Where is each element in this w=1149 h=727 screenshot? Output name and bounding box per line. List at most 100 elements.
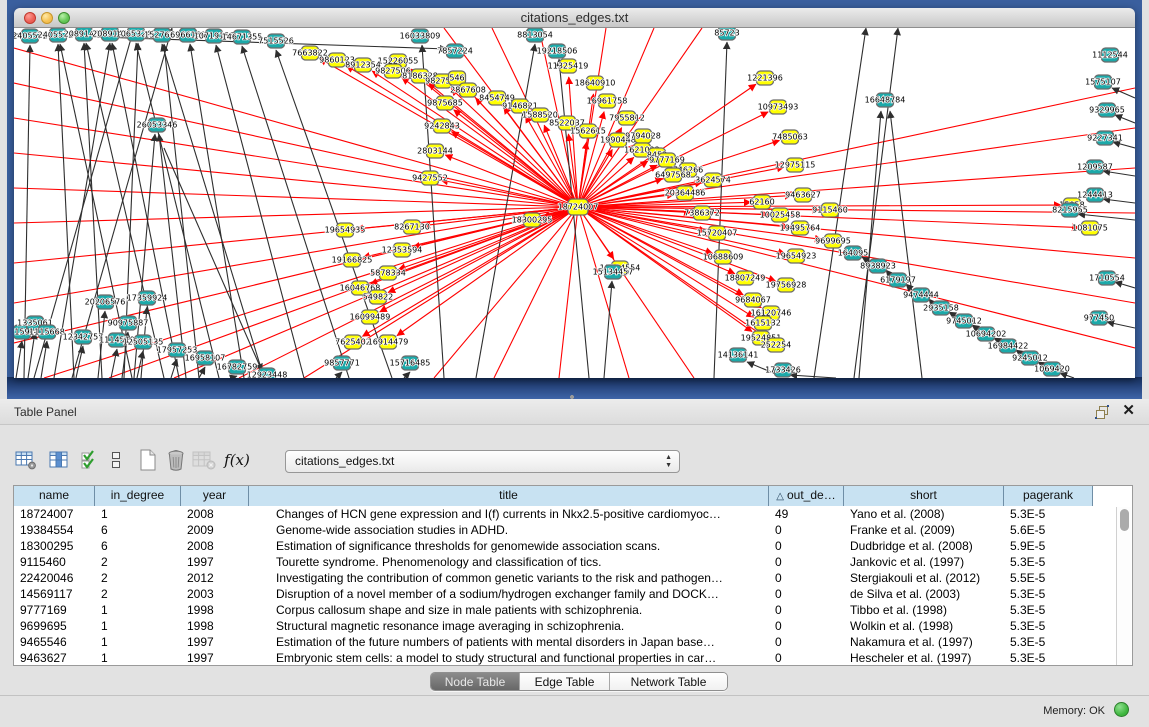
graph-node[interactable]: 10688609 — [703, 250, 744, 264]
graph-node[interactable]: 10694202 — [966, 327, 1007, 341]
graph-node[interactable]: 1069420 — [1034, 362, 1070, 376]
graph-node[interactable]: 9875685 — [427, 96, 463, 110]
graph-node[interactable]: 7515526 — [258, 34, 294, 48]
graph-node[interactable]: 1221396 — [747, 71, 783, 85]
graph-node[interactable]: 9329965 — [1089, 103, 1125, 117]
graph-node[interactable]: 9684067 — [735, 293, 771, 307]
graph-node[interactable]: 9857771 — [324, 356, 360, 370]
graph-node[interactable]: 9474444 — [903, 288, 939, 302]
graph-node[interactable]: 20206576 — [85, 295, 126, 309]
create-column-button[interactable] — [135, 447, 161, 473]
table-row[interactable]: 1830029562008Estimation of significance … — [14, 538, 1132, 554]
table-row[interactable]: 1872400712008Changes of HCN gene express… — [14, 506, 1132, 522]
graph-node[interactable]: 9745012 — [946, 314, 982, 328]
table-row[interactable]: 2242004622012Investigating the contribut… — [14, 570, 1132, 586]
close-panel-icon[interactable]: ✕ — [1122, 403, 1135, 419]
table-mode-button[interactable] — [13, 447, 39, 473]
graph-node[interactable]: 8813054 — [517, 28, 553, 42]
row-options-button[interactable] — [108, 447, 124, 473]
graph-node[interactable]: 1081075 — [1072, 221, 1108, 235]
column-header-pagerank[interactable]: pagerank — [1004, 486, 1093, 506]
graph-node[interactable]: 12353594 — [382, 243, 423, 257]
graph-node[interactable]: 17359924 — [127, 291, 168, 305]
graph-node[interactable]: 1575107 — [1085, 75, 1121, 89]
graph-node[interactable]: 12342757 — [63, 330, 104, 344]
graph-node[interactable]: 19756928 — [766, 278, 807, 292]
graph-node[interactable]: 9463627 — [785, 188, 821, 202]
network-window-titlebar[interactable]: citations_edges.txt — [14, 8, 1135, 28]
graph-node[interactable]: 16033809 — [400, 29, 441, 43]
table-row[interactable]: 911546021997Tourette syndrome. Phenomeno… — [14, 554, 1132, 570]
graph-node[interactable]: 9242843 — [424, 119, 460, 133]
graph-node[interactable]: 2935158 — [923, 301, 959, 315]
network-canvas[interactable]: 1872400715226055982750681863289827508546… — [14, 28, 1135, 378]
graph-node[interactable]: 9699695 — [815, 234, 851, 248]
column-header-name[interactable]: name — [14, 486, 95, 506]
graph-node[interactable]: 62160 — [749, 195, 774, 209]
graph-node[interactable]: 14136141 — [718, 348, 759, 362]
graph-node[interactable]: 8938923 — [860, 259, 896, 273]
graph-node[interactable]: 15716485 — [390, 356, 431, 370]
graph-node[interactable]: 19218506 — [537, 44, 578, 58]
table-row[interactable]: 946362711997Embryonic stem cells: a mode… — [14, 650, 1132, 666]
graph-node[interactable]: 7625402 — [335, 335, 371, 349]
select-all-rows-button[interactable] — [77, 447, 103, 473]
cell-title: Estimation of significance thresholds fo… — [249, 538, 769, 554]
graph-node[interactable]: 18300295 — [512, 213, 553, 227]
show-columns-button[interactable] — [46, 447, 72, 473]
delete-column-button[interactable] — [163, 447, 189, 473]
tab-node-table[interactable]: Node Table — [431, 673, 520, 690]
graph-node[interactable]: 19654935 — [325, 223, 366, 237]
vertical-scrollbar[interactable] — [1116, 507, 1131, 665]
column-header-out_de[interactable]: △out_de… — [769, 486, 844, 506]
table-row[interactable]: 977716911998Corpus callosum shape and si… — [14, 602, 1132, 618]
graph-node[interactable]: 19495764 — [780, 221, 821, 235]
graph-node[interactable]: 16984422 — [988, 339, 1029, 353]
table-row[interactable]: 1938455462009Genome-wide association stu… — [14, 522, 1132, 538]
graph-node[interactable]: 9427552 — [412, 171, 448, 185]
scrollbar-thumb[interactable] — [1120, 509, 1129, 531]
table-row[interactable]: 1456911722003Disruption of a novel membe… — [14, 586, 1132, 602]
graph-node[interactable]: 9115460 — [812, 203, 848, 217]
column-header-title[interactable]: title — [249, 486, 769, 506]
graph-node[interactable]: 11325419 — [548, 59, 589, 73]
graph-node[interactable]: 10973493 — [758, 100, 799, 114]
column-header-year[interactable]: year — [181, 486, 249, 506]
graph-node[interactable]: 18807249 — [725, 271, 766, 285]
graph-node-label: 10025458 — [760, 211, 801, 220]
graph-node[interactable]: 16648784 — [865, 93, 906, 107]
graph-node[interactable]: 85723 — [714, 28, 739, 40]
graph-node[interactable]: 90975887 — [108, 316, 149, 330]
graph-node[interactable]: 1112544 — [1092, 48, 1128, 62]
table-row[interactable]: 946554611997Estimation of the future num… — [14, 634, 1132, 650]
graph-node[interactable]: 16914479 — [368, 335, 409, 349]
delete-table-button[interactable] — [191, 447, 217, 473]
graph-node[interactable]: 7857224 — [437, 44, 473, 58]
graph-node[interactable]: 5878334 — [370, 266, 406, 280]
graph-node[interactable]: 3624574 — [695, 173, 731, 187]
column-header-short[interactable]: short — [844, 486, 1004, 506]
graph-node[interactable]: 19654923 — [776, 249, 817, 263]
table-select-dropdown[interactable]: citations_edges.txt ▲▼ — [285, 450, 680, 473]
graph-node[interactable]: 10025458 — [760, 208, 801, 222]
tab-network-table[interactable]: Network Table — [610, 673, 727, 690]
tab-edge-table[interactable]: Edge Table — [520, 673, 610, 690]
graph-node[interactable]: 16099489 — [350, 310, 391, 324]
graph-node[interactable]: 18640910 — [575, 76, 616, 90]
graph-node[interactable]: 7485063 — [772, 130, 808, 144]
graph-node[interactable]: 252254 — [761, 338, 792, 352]
cell-title: Changes of HCN gene expression and I(f) … — [249, 506, 769, 522]
graph-node[interactable]: 8267130 — [394, 220, 430, 234]
graph-node-label: 9474444 — [903, 291, 939, 300]
network-view-window[interactable]: citations_edges.txt 1872400715 — [14, 8, 1135, 378]
graph-node[interactable]: 20364486 — [665, 186, 706, 200]
function-builder-button[interactable]: f(x) — [222, 447, 252, 473]
graph-node[interactable]: 9245012 — [1012, 351, 1048, 365]
graph-node[interactable]: 7955812 — [609, 111, 645, 125]
column-header-in_degree[interactable]: in_degree — [95, 486, 181, 506]
graph-node[interactable]: 15720407 — [697, 226, 738, 240]
float-panel-icon[interactable] — [1095, 405, 1109, 419]
graph-node[interactable]: 12975115 — [775, 158, 816, 172]
table-row[interactable]: 969969511998Structural magnetic resonanc… — [14, 618, 1132, 634]
citation-network-graph[interactable]: 1872400715226055982750681863289827508546… — [14, 28, 1135, 378]
